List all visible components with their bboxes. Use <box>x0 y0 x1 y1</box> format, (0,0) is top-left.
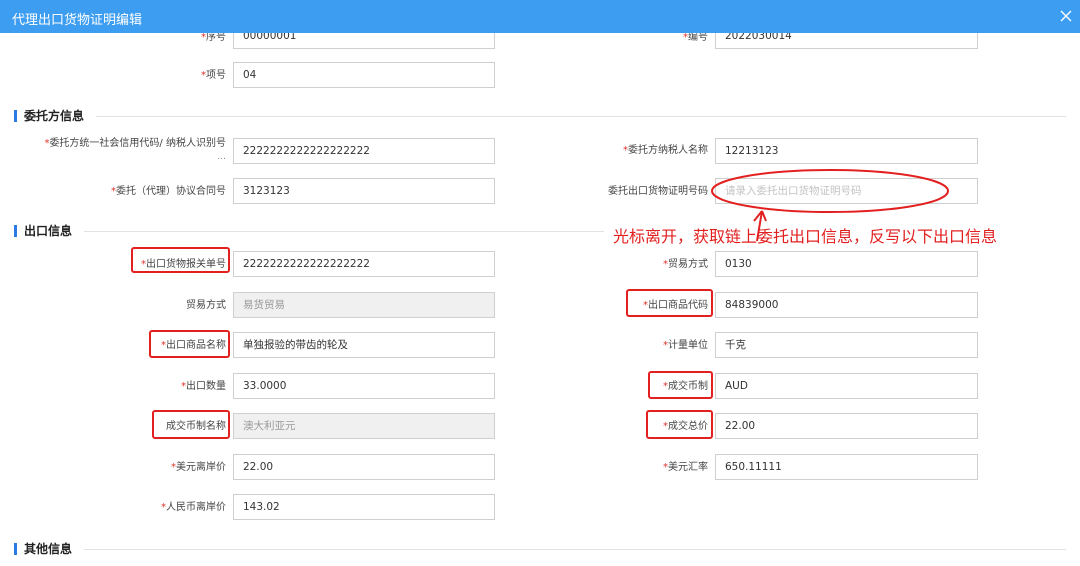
quantity-label: *出口数量 <box>181 381 226 392</box>
section-bar <box>14 543 17 555</box>
total-price-input[interactable]: 22.00 <box>715 413 978 439</box>
unit-label: *计量单位 <box>663 340 708 351</box>
section-divider <box>96 116 1066 117</box>
currency-input[interactable]: AUD <box>715 373 978 399</box>
section-bar <box>14 110 17 122</box>
section-divider <box>84 231 604 232</box>
cny-fob-label: *人民币离岸价 <box>161 502 226 513</box>
highlight-box <box>149 330 230 358</box>
trade-mode-code-input[interactable]: 0130 <box>715 251 978 277</box>
close-icon[interactable] <box>1056 6 1076 26</box>
trade-mode-name-input: 易货贸易 <box>233 292 495 318</box>
section-bar <box>14 225 17 237</box>
credit-code-label: *委托方统一社会信用代码/ 纳税人识别号 <box>44 138 226 149</box>
contract-no-input[interactable]: 3123123 <box>233 178 495 204</box>
credit-code-label-ellipsis: ... <box>217 152 226 162</box>
dialog-title: 代理出口货物证明编辑 <box>12 13 143 28</box>
unit-input[interactable]: 千克 <box>715 332 978 358</box>
annotation-text: 光标离开，获取链上委托出口信息，反写以下出口信息 <box>613 227 998 246</box>
section-divider <box>84 549 1066 550</box>
number-input[interactable]: 2022030014 <box>715 33 978 49</box>
currency-name-input: 澳大利亚元 <box>233 413 495 439</box>
number-label: *编号 <box>683 33 708 43</box>
quantity-input[interactable]: 33.0000 <box>233 373 495 399</box>
item-no-input[interactable]: 04 <box>233 62 495 88</box>
customs-no-input[interactable]: 2222222222222222222 <box>233 251 495 277</box>
goods-code-input[interactable]: 84839000 <box>715 292 978 318</box>
seq-label: *序号 <box>201 33 226 43</box>
credit-code-input[interactable]: 2222222222222222222 <box>233 138 495 164</box>
taxpayer-name-label: *委托方纳税人名称 <box>623 145 708 156</box>
highlight-box <box>626 289 713 317</box>
seq-input[interactable]: 00000001 <box>233 33 495 49</box>
cert-no-label: 委托出口货物证明号码 <box>608 186 708 197</box>
goods-name-input[interactable]: 单独报验的带齿的轮及 <box>233 332 495 358</box>
contract-no-label: *委托（代理）协议合同号 <box>111 186 226 197</box>
trade-mode-code-label: *贸易方式 <box>663 259 708 270</box>
usd-rate-input[interactable]: 650.11111 <box>715 454 978 480</box>
highlight-box <box>646 410 713 439</box>
trade-mode-name-label: 贸易方式 <box>186 300 226 311</box>
dialog-titlebar: 代理出口货物证明编辑 <box>0 0 1080 33</box>
highlight-box <box>131 247 230 273</box>
item-no-label: *项号 <box>201 70 226 81</box>
usd-rate-label: *美元汇率 <box>663 462 708 473</box>
highlight-box <box>648 371 713 399</box>
usd-fob-label: *美元离岸价 <box>171 462 226 473</box>
form-body: *序号 00000001 *编号 2022030014 *项号 04 委托方信息… <box>0 33 1080 566</box>
taxpayer-name-input[interactable]: 12213123 <box>715 138 978 164</box>
highlight-box <box>152 410 230 439</box>
cny-fob-input[interactable]: 143.02 <box>233 494 495 520</box>
usd-fob-input[interactable]: 22.00 <box>233 454 495 480</box>
